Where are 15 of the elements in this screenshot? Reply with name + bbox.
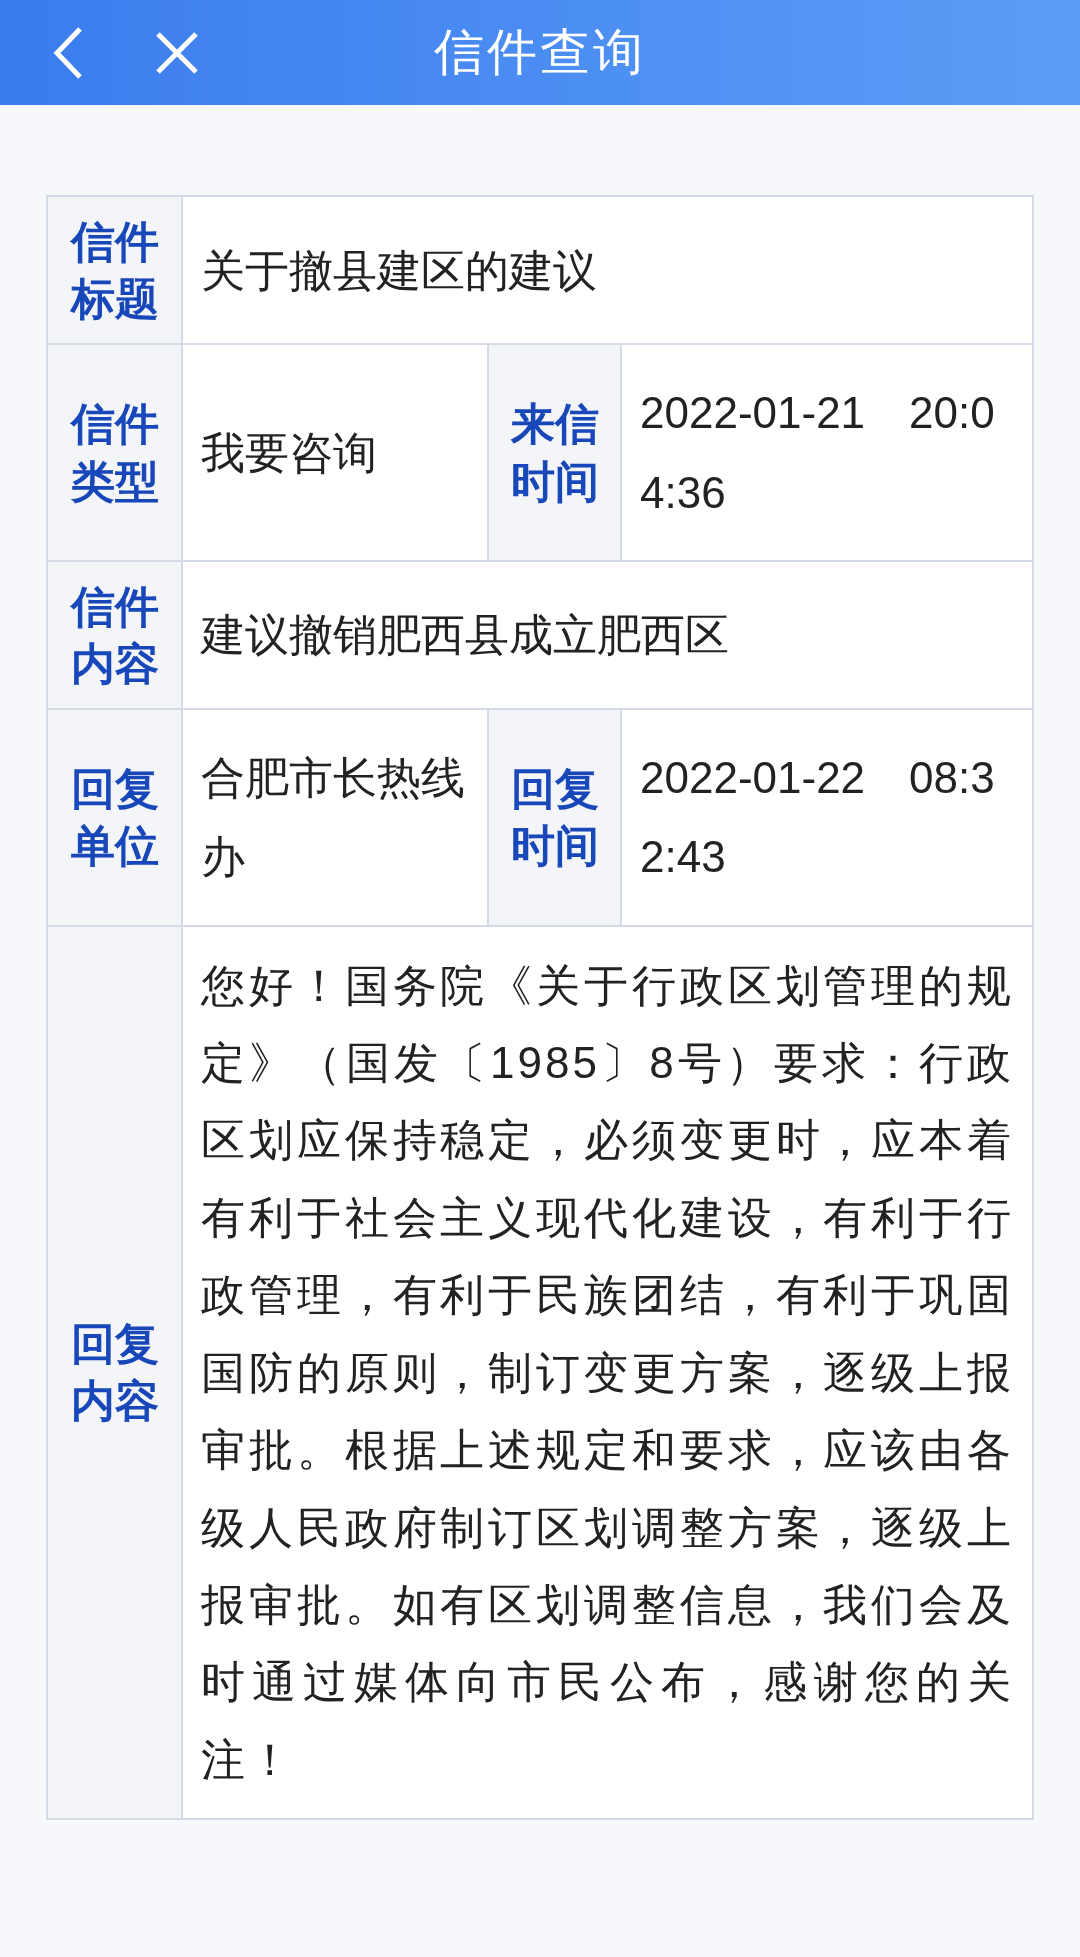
field-value: 您好！国务院《关于行政区划管理的规定》（国发〔1985〕8号）要求：行政区划应保持稳定，必须变更时，应本着有利于社会主义现代化建设，有利于行政管理，有利于民族团结，有利于巩固国防的原则，制订变更方案，逐级上报审批。根据上述规定和要求，应该由各级人民政府制订区划调整方案，逐级上报审批。如有区划调整信息，我们会及时通过媒体向市民公布，感谢您的关注！ [200,959,1015,1786]
field-value: 2022-01-21 20:04:36 [639,387,996,519]
field-label: 回复单位 [48,710,183,925]
field-label: 信件内容 [48,561,183,709]
field-label: 来信时间 [487,345,622,560]
field-label: 回复内容 [48,926,183,1819]
field-label: 信件类型 [48,345,183,560]
field-label: 回复时间 [487,710,622,925]
field-value: 合肥市长热线办 [200,752,466,884]
field-value: 我要咨询 [200,426,378,479]
field-label: 信件标题 [48,197,183,344]
page-title: 信件查询 [434,23,646,82]
field-value: 关于撤县建区的建议 [200,244,598,297]
field-value: 2022-01-22 08:32:43 [639,752,996,884]
field-value: 建议撤销肥西县成立肥西区 [199,609,730,662]
